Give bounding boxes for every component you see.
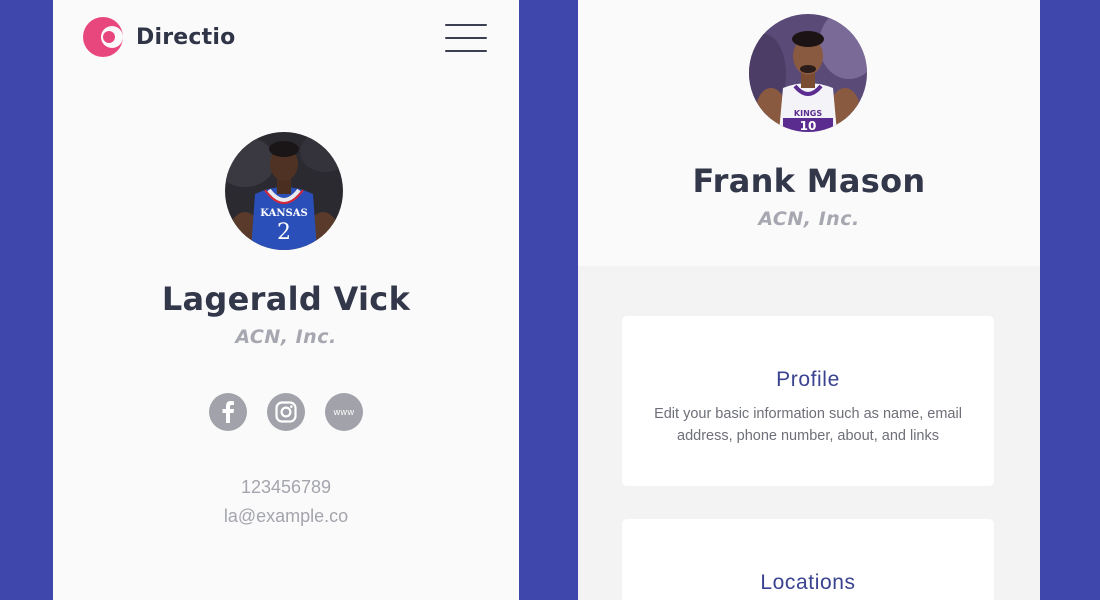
jersey-text: KANSAS <box>260 208 307 219</box>
profile-card-title: Profile <box>776 368 840 391</box>
crescent-logo-icon <box>83 17 123 57</box>
profile-header: KINGS 10 Frank Mason ACN, Inc. <box>578 0 1040 266</box>
hamburger-menu-icon[interactable] <box>445 24 487 52</box>
jersey-text: KINGS <box>794 109 822 118</box>
profile-card[interactable]: Profile Edit your basic information such… <box>622 316 994 486</box>
www-label: www <box>333 407 355 417</box>
email-address: la@example.co <box>223 506 349 526</box>
facebook-icon[interactable] <box>209 393 247 431</box>
profile-company: ACN, Inc. <box>758 208 860 230</box>
locations-card-title: Locations <box>760 571 856 594</box>
jersey-number: 10 <box>800 119 817 132</box>
social-links: www <box>53 393 519 431</box>
brand-name: Directio <box>136 24 236 50</box>
avatar: KINGS 10 <box>749 14 867 132</box>
instagram-icon[interactable] <box>267 393 305 431</box>
locations-card[interactable]: Locations <box>622 519 994 600</box>
brand-header[interactable]: Directio <box>82 16 235 58</box>
player-photo-kings: KINGS 10 <box>749 14 867 132</box>
right-phone-screen: KINGS 10 Frank Mason ACN, Inc. Profile E… <box>578 0 1040 600</box>
profile-card-description: Edit your basic information such as name… <box>654 406 962 444</box>
phone-number: 123456789 <box>240 477 332 497</box>
avatar: KANSAS 2 <box>225 132 343 250</box>
profile-name: Frank Mason <box>692 162 926 200</box>
jersey-number: 2 <box>277 220 291 245</box>
player-photo-kansas: KANSAS 2 <box>225 132 343 250</box>
left-phone-screen: Directio KANSAS 2 Lagerald Vick ACN, Inc… <box>53 0 519 600</box>
profile-name: Lagerald Vick <box>161 280 411 318</box>
profile-company: ACN, Inc. <box>235 326 337 348</box>
www-icon[interactable]: www <box>325 393 363 431</box>
